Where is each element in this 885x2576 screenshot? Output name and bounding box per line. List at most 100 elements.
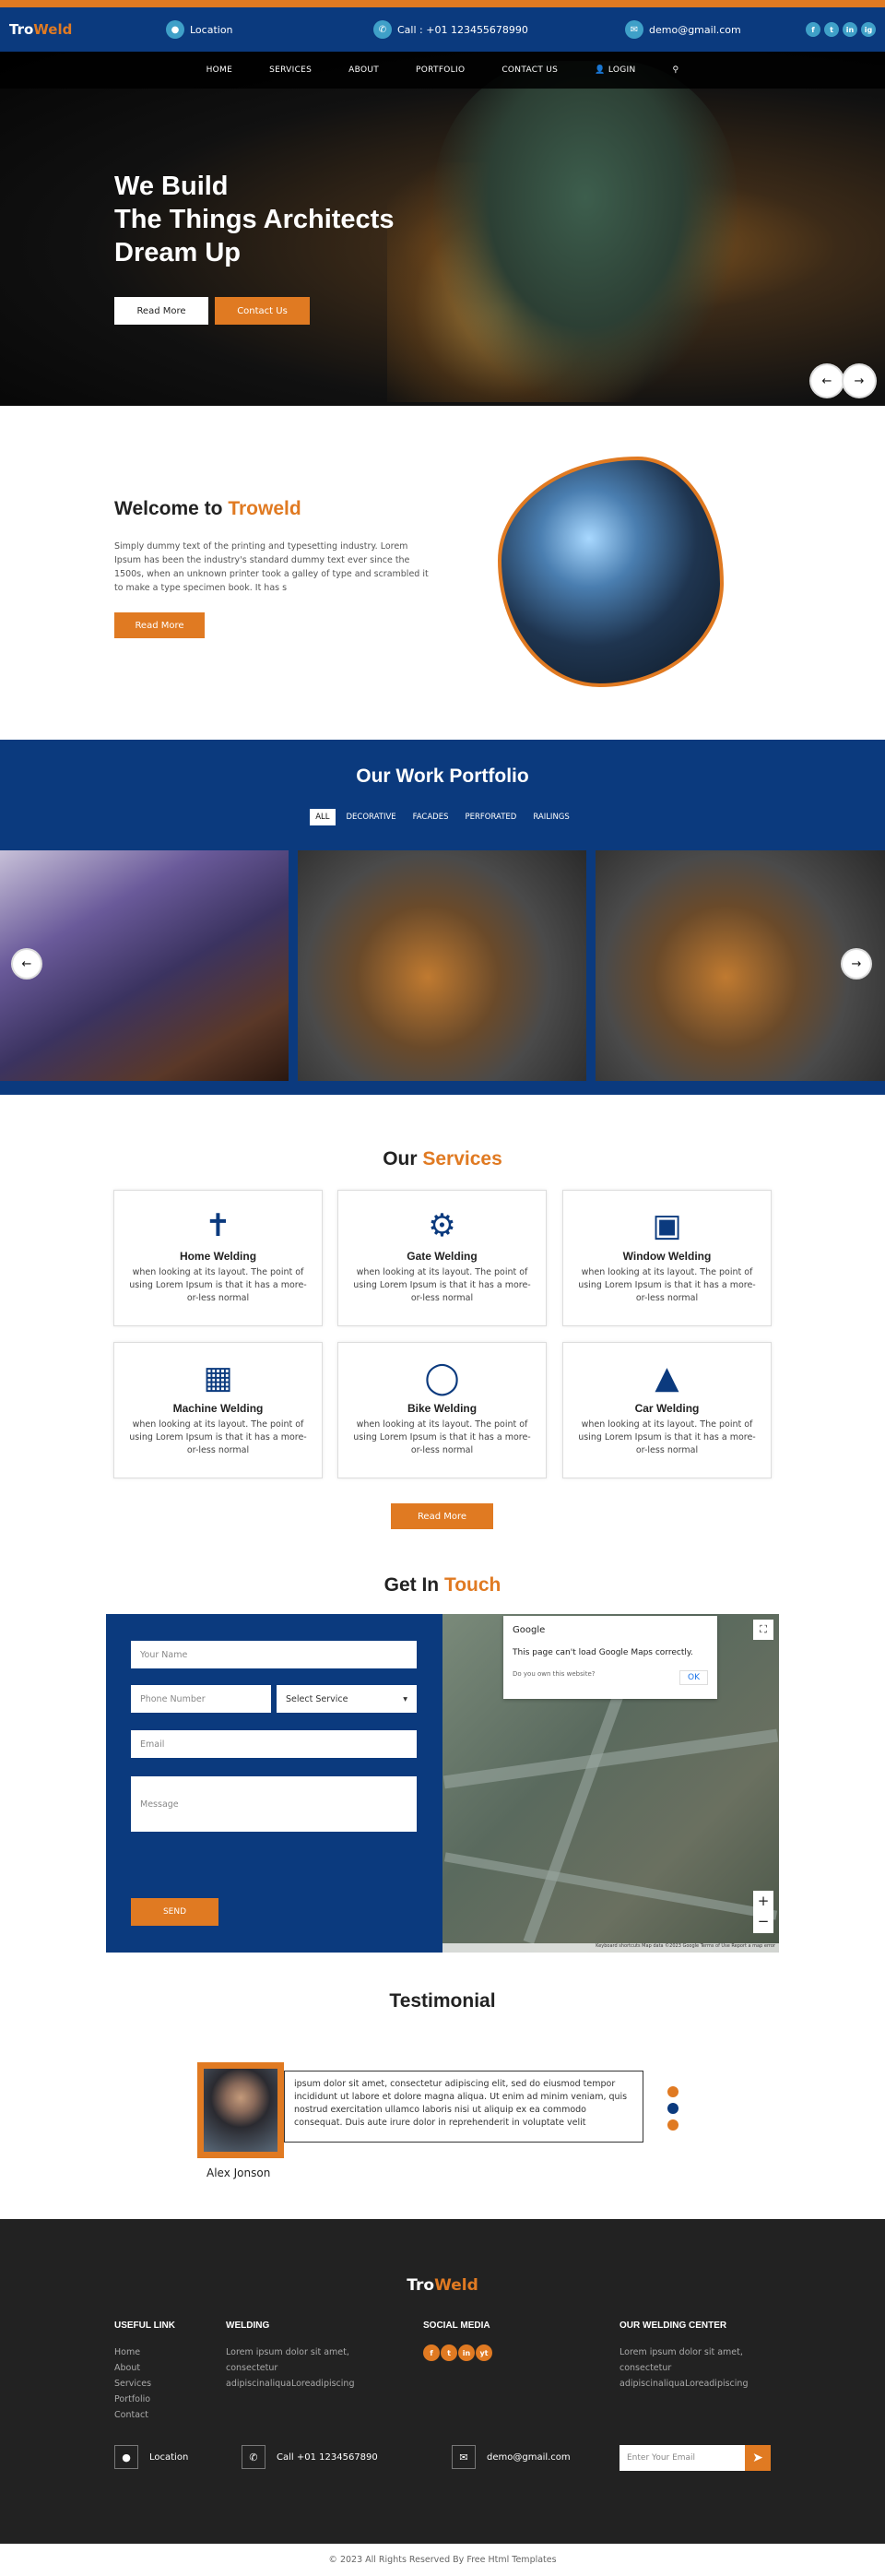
top-accent-line [0, 0, 885, 7]
service-card[interactable]: ⚙ Gate Welding when looking at its layout.… [337, 1190, 547, 1326]
footer-link-about[interactable]: About [114, 2360, 175, 2376]
brand-logo[interactable]: TroWeld [9, 21, 72, 38]
nav-services[interactable]: SERVICES [269, 65, 312, 75]
subscribe-arrow-icon[interactable]: ➤ [745, 2445, 771, 2471]
car-icon: ▲ [655, 1359, 679, 1396]
hero-section: HOME SERVICES ABOUT PORTFOLIO CONTACT US… [0, 52, 885, 406]
footer-logo[interactable]: TroWeld [0, 2276, 885, 2295]
filter-decorative[interactable]: DECORATIVE [341, 809, 402, 825]
nav-contact[interactable]: CONTACT US [502, 65, 558, 75]
filter-facades[interactable]: FACADES [407, 809, 454, 825]
twitter-icon[interactable]: t [824, 22, 839, 37]
phone-icon: ✆ [373, 20, 392, 39]
carousel-dot[interactable] [667, 2103, 678, 2114]
portfolio-prev-arrow-icon[interactable]: ← [13, 950, 41, 978]
footer-social: SOCIAL MEDIA f t in yt [423, 2318, 493, 2361]
topbar-email[interactable]: ✉ demo@gmail.com [625, 20, 741, 39]
nav-about[interactable]: ABOUT [348, 65, 379, 75]
welcome-title: Welcome to Troweld [114, 498, 301, 519]
portfolio-filters: ALL DECORATIVE FACADES PERFORATED RAILIN… [0, 809, 885, 825]
contact-title: Get In Touch [384, 1574, 502, 1596]
service-select[interactable]: Select Service ▾ [277, 1685, 417, 1713]
instagram-icon[interactable]: ig [861, 22, 876, 37]
testimonial-title: Testimonial [389, 1990, 496, 2012]
welding-machine-icon: ⚙ [428, 1207, 456, 1244]
portfolio-image[interactable] [298, 850, 586, 1081]
fullscreen-icon[interactable]: ⛶ [753, 1620, 773, 1640]
hero-prev-arrow-icon[interactable]: ← [811, 365, 843, 397]
filter-all[interactable]: ALL [310, 809, 336, 825]
topbar-location[interactable]: ● Location [166, 20, 233, 39]
search-icon[interactable]: ⚲ [673, 65, 679, 75]
message-textarea[interactable]: Message [131, 1776, 417, 1832]
carousel-dot[interactable] [667, 2086, 678, 2097]
portfolio-image[interactable] [0, 850, 289, 1081]
filter-railings[interactable]: RAILINGS [527, 809, 574, 825]
youtube-icon[interactable]: yt [476, 2345, 492, 2361]
portfolio-section: Our Work Portfolio ALL DECORATIVE FACADE… [0, 740, 885, 1095]
hero-next-arrow-icon[interactable]: → [844, 365, 875, 397]
footer-link-home[interactable]: Home [114, 2345, 175, 2360]
footer-email[interactable]: ✉ demo@gmail.com [452, 2445, 571, 2469]
footer-link-portfolio[interactable]: Portfolio [114, 2392, 175, 2407]
carousel-dot[interactable] [667, 2119, 678, 2131]
email-input[interactable]: Email [131, 1730, 417, 1758]
location-pin-icon: ● [114, 2445, 138, 2469]
service-card[interactable]: ▦ Machine Welding when looking at its layo… [113, 1342, 323, 1478]
linkedin-icon[interactable]: in [843, 22, 857, 37]
welcome-text: Simply dummy text of the printing and ty… [114, 541, 429, 593]
name-input[interactable]: Your Name [131, 1641, 417, 1668]
user-icon: 👤 [595, 65, 608, 75]
welding-mask-icon: ▣ [652, 1207, 682, 1244]
service-card[interactable]: ✝ Home Welding when looking at its layout.… [113, 1190, 323, 1326]
main-nav: HOME SERVICES ABOUT PORTFOLIO CONTACT US… [0, 52, 885, 89]
footer-phone[interactable]: ✆ Call +01 1234567890 [242, 2445, 378, 2469]
google-map[interactable]: Google This page can't load Google Maps … [442, 1614, 779, 1953]
service-card[interactable]: ▣ Window Welding when looking at its layou… [562, 1190, 772, 1326]
map-own-site-link[interactable]: Do you own this website? [513, 1670, 596, 1685]
send-button[interactable]: SEND [131, 1898, 218, 1926]
copyright: © 2023 All Rights Reserved By Free Html … [0, 2544, 885, 2576]
topbar-phone[interactable]: ✆ Call : +01 123455678990 [373, 20, 528, 39]
facebook-icon[interactable]: f [806, 22, 820, 37]
avatar [197, 2062, 284, 2158]
testimonial-section: Testimonial ipsum dolor sit amet, consec… [0, 1942, 885, 2219]
nav-portfolio[interactable]: PORTFOLIO [416, 65, 465, 75]
portfolio-image[interactable] [596, 850, 885, 1081]
footer: TroWeld USEFUL LINK Home About Services … [0, 2219, 885, 2544]
footer-useful-links: USEFUL LINK Home About Services Portfoli… [114, 2318, 175, 2423]
hero-read-more-button[interactable]: Read More [114, 297, 208, 325]
phone-input[interactable]: Phone Number [131, 1685, 271, 1713]
filter-perforated[interactable]: PERFORATED [460, 809, 523, 825]
service-card[interactable]: ◯ Bike Welding when looking at its layout.… [337, 1342, 547, 1478]
location-pin-icon: ● [166, 20, 184, 39]
hero-contact-button[interactable]: Contact Us [215, 297, 310, 325]
chevron-down-icon: ▾ [403, 1693, 407, 1704]
welcome-read-more-button[interactable]: Read More [114, 612, 205, 638]
contact-form: Your Name Phone Number Select Service ▾ E… [106, 1614, 442, 1953]
footer-location[interactable]: ● Location [114, 2445, 188, 2469]
contact-section: Get In Touch Your Name Phone Number Sele… [0, 1522, 885, 1953]
bike-icon: ◯ [424, 1359, 460, 1396]
linkedin-icon[interactable]: in [458, 2345, 475, 2361]
facebook-icon[interactable]: f [423, 2345, 440, 2361]
map-error-dialog: Google This page can't load Google Maps … [503, 1616, 717, 1699]
hero-heading: We Build The Things Architects Dream Up [114, 172, 395, 267]
footer-welding: WELDING Lorem ipsum dolor sit amet, cons… [226, 2321, 355, 2389]
map-ok-button[interactable]: OK [679, 1670, 708, 1685]
services-section: Our Services ✝ Home Welding when looking a… [0, 1095, 885, 1529]
footer-link-contact[interactable]: Contact [114, 2407, 175, 2423]
footer-center: OUR WELDING CENTER Lorem ipsum dolor sit… [620, 2321, 749, 2389]
zoom-controls[interactable]: + − [753, 1891, 773, 1933]
envelope-icon: ✉ [625, 20, 643, 39]
twitter-icon[interactable]: t [441, 2345, 457, 2361]
portfolio-next-arrow-icon[interactable]: → [843, 950, 870, 978]
nav-home[interactable]: HOME [206, 65, 233, 75]
service-card[interactable]: ▲ Car Welding when looking at its layout. … [562, 1342, 772, 1478]
welcome-section: Welcome to Troweld Simply dummy text of … [0, 406, 885, 740]
testimonial-text: ipsum dolor sit amet, consectetur adipis… [284, 2071, 643, 2143]
welcome-welder-image [498, 457, 724, 687]
footer-link-services[interactable]: Services [114, 2376, 175, 2392]
envelope-icon: ✉ [452, 2445, 476, 2469]
nav-login[interactable]: 👤 LOGIN [595, 65, 635, 75]
